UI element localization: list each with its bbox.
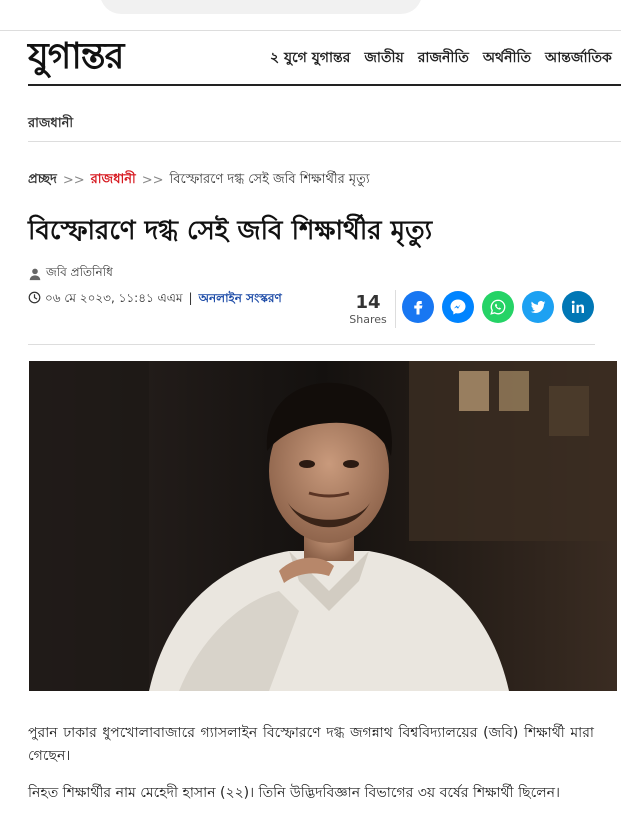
article-author: জবি প্রতিনিধি <box>28 264 113 284</box>
section-divider <box>28 141 621 142</box>
share-divider <box>395 290 396 328</box>
meta-pipe: | <box>188 291 193 305</box>
clock-icon <box>28 291 41 304</box>
edition-link[interactable]: অনলাইন সংস্করণ <box>199 291 282 305</box>
user-icon <box>29 268 41 281</box>
share-count: 14 Shares <box>346 292 390 327</box>
nav-item-anniversary[interactable]: ২ যুগে যুগান্তর <box>270 46 350 70</box>
breadcrumb-separator: >> <box>141 173 164 188</box>
publish-date: ০৬ মে ২০২৩, ১১:৪১ এএম <box>45 291 183 305</box>
search-bar[interactable] <box>100 0 422 14</box>
messenger-icon <box>450 299 466 315</box>
article-meta: ০৬ মে ২০২৩, ১১:৪১ এএম | অনলাইন সংস্করণ <box>28 287 288 309</box>
site-header: যুগান্তর ২ যুগে যুগান্তর জাতীয় রাজনীতি … <box>28 34 621 86</box>
twitter-icon <box>530 300 546 314</box>
breadcrumb: প্রচ্ছদ >> রাজধানী >> বিস্ফোরণে দগ্ধ সেই… <box>28 170 370 191</box>
main-nav: ২ যুগে যুগান্তর জাতীয় রাজনীতি অর্থনীতি … <box>270 46 621 70</box>
nav-item-national[interactable]: জাতীয় <box>364 46 403 70</box>
whatsapp-share-button[interactable] <box>482 291 514 323</box>
breadcrumb-separator: >> <box>62 173 85 188</box>
breadcrumb-current: বিস্ফোরণে দগ্ধ সেই জবি শিক্ষার্থীর মৃত্য… <box>169 172 370 187</box>
site-logo[interactable]: যুগান্তর <box>28 36 124 76</box>
top-divider <box>0 30 621 31</box>
nav-item-economy[interactable]: অর্থনীতি <box>483 46 531 70</box>
article-paragraph: নিহত শিক্ষার্থীর নাম মেহেদী হাসান (২২)। … <box>28 785 560 801</box>
nav-item-international[interactable]: আন্তর্জাতিক <box>545 46 612 70</box>
author-name: জবি প্রতিনিধি <box>46 265 113 279</box>
breadcrumb-category[interactable]: রাজধানী <box>91 170 136 191</box>
meta-divider <box>28 344 595 345</box>
article-paragraph: পুরান ঢাকার ধুপখোলাবাজারে গ্যাসলাইন বিস্… <box>28 725 594 764</box>
facebook-share-button[interactable] <box>402 291 434 323</box>
nav-item-politics[interactable]: রাজনীতি <box>418 46 469 70</box>
share-count-number: 14 <box>355 292 381 313</box>
facebook-icon <box>414 301 423 315</box>
twitter-share-button[interactable] <box>522 291 554 323</box>
linkedin-icon <box>571 300 584 313</box>
messenger-share-button[interactable] <box>442 291 474 323</box>
section-label[interactable]: রাজধানী <box>28 114 73 135</box>
whatsapp-icon <box>490 299 506 315</box>
share-buttons <box>402 291 594 323</box>
share-count-label: Shares <box>349 313 387 326</box>
linkedin-share-button[interactable] <box>562 291 594 323</box>
breadcrumb-home[interactable]: প্রচ্ছদ <box>28 170 57 191</box>
article-headline: বিস্ফোরণে দগ্ধ সেই জবি শিক্ষার্থীর মৃত্য… <box>28 216 433 246</box>
portrait-illustration <box>29 361 617 691</box>
article-photo[interactable] <box>29 361 617 691</box>
